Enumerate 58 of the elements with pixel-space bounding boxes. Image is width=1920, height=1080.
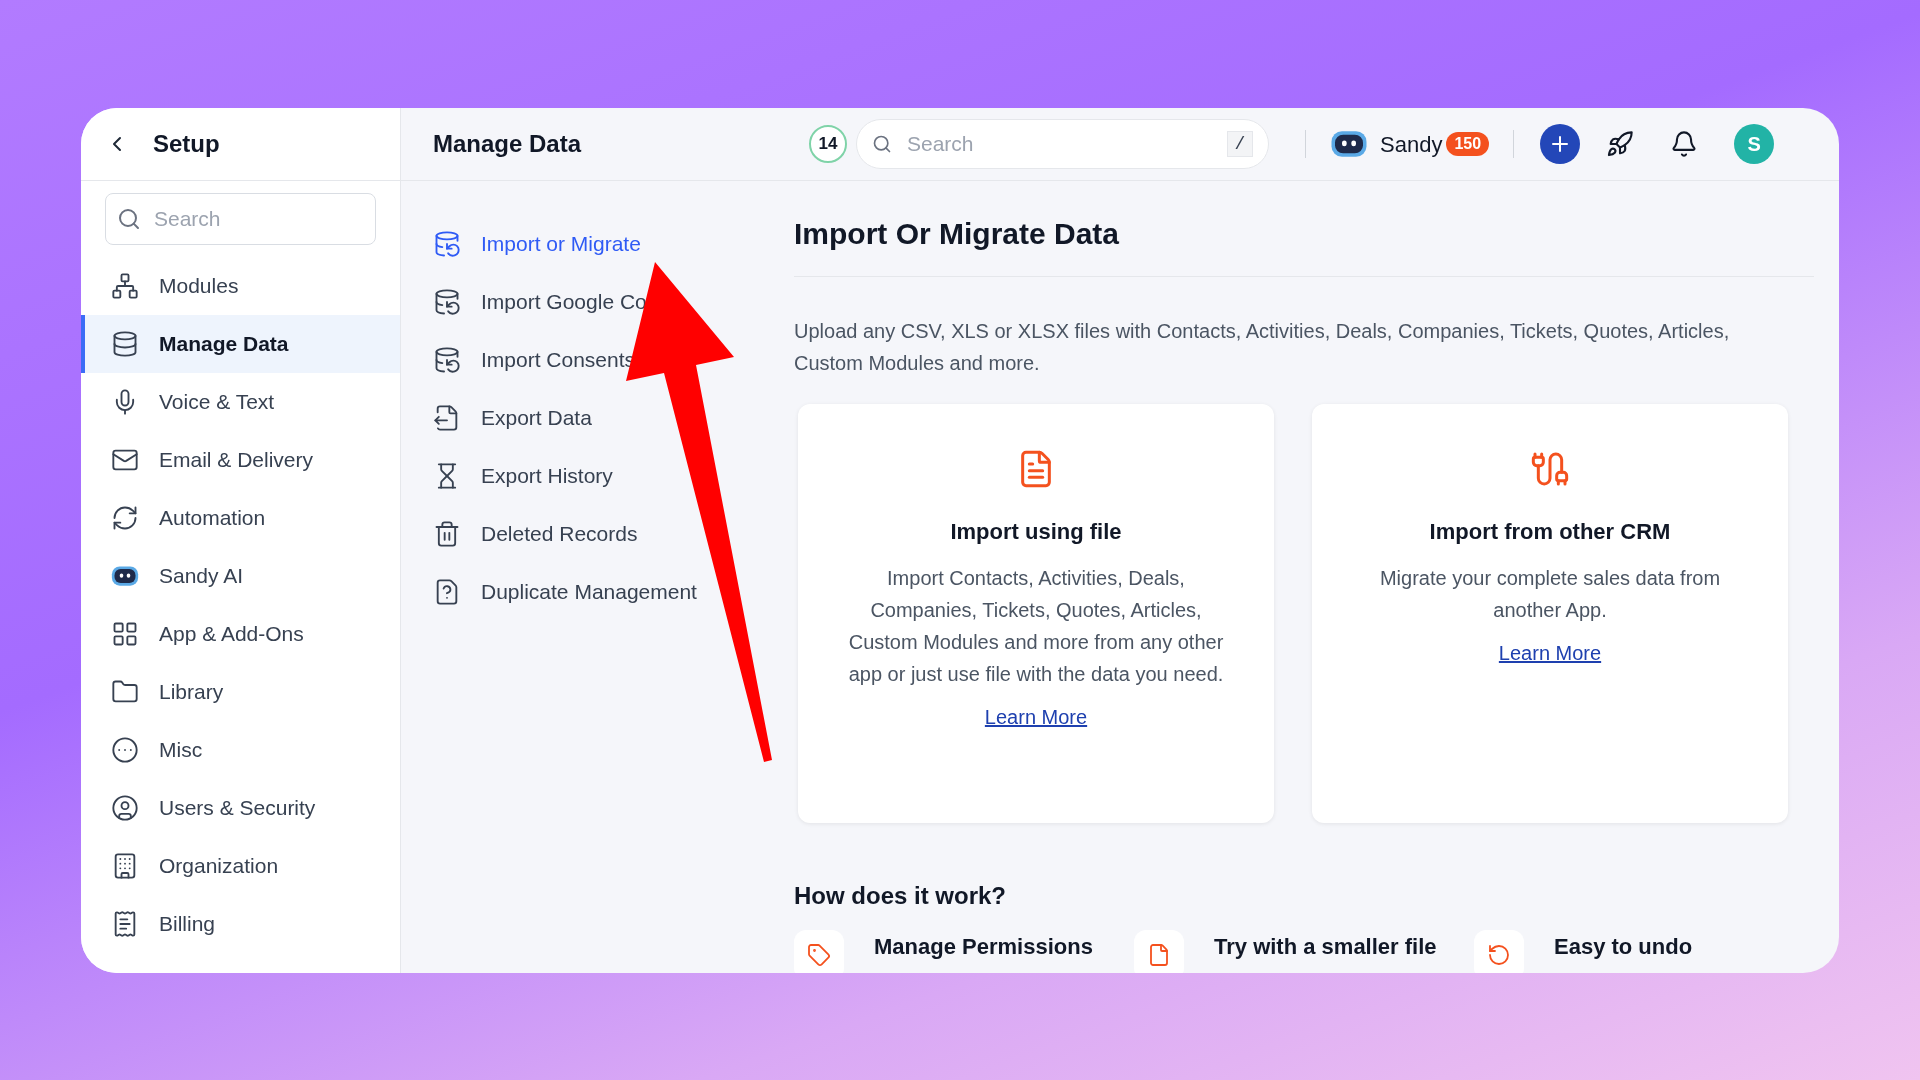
card-title: Import using file — [950, 518, 1122, 546]
learn-more-link[interactable]: Learn More — [1498, 638, 1602, 668]
section-description: Upload any CSV, XLS or XLSX files with Contacts, Activities, Deals, Companies, Tickets, Quotes, Articles, Custom Modules and more. — [794, 319, 1731, 376]
page-title: Manage Data — [433, 129, 583, 159]
step-title: Try with a smaller file — [1214, 933, 1437, 961]
sidebar-item[interactable]: Misc — [81, 721, 400, 779]
rocket-icon[interactable] — [1606, 130, 1635, 158]
sidebar-item[interactable]: Email & Delivery — [81, 431, 400, 489]
database-icon — [433, 230, 461, 258]
subnav-item[interactable]: Import Consents — [433, 331, 636, 389]
search-icon — [117, 207, 141, 231]
database-icon — [111, 330, 139, 358]
subnav-item[interactable]: Duplicate Management — [433, 563, 697, 621]
sidebar-item[interactable]: Users & Security — [81, 779, 400, 837]
subnav-item[interactable]: Export Data — [433, 389, 592, 447]
notifications-icon[interactable] — [1670, 130, 1699, 158]
learn-more-link[interactable]: Learn More — [984, 702, 1088, 732]
database-icon — [433, 288, 461, 316]
sidebar-item[interactable]: Sandy AI — [81, 547, 400, 605]
file-icon — [1147, 943, 1171, 967]
credits-badge: 150 — [1446, 132, 1490, 156]
step-title: Easy to undo — [1554, 933, 1693, 961]
grid-icon — [111, 620, 139, 648]
section-title: Import Or Migrate Data — [794, 181, 1814, 277]
subnav-item[interactable]: Export History — [433, 447, 613, 505]
sidebar-item[interactable]: Modules — [81, 257, 400, 315]
subnav-item[interactable]: Deleted Records — [433, 505, 638, 563]
search-icon — [872, 134, 892, 154]
sidebar-item[interactable]: Automation — [81, 489, 400, 547]
undo-icon — [1487, 943, 1511, 967]
sidebar-item[interactable]: Billing — [81, 895, 400, 953]
sidebar-item[interactable]: App & Add-Ons — [81, 605, 400, 663]
refresh-icon — [111, 504, 139, 532]
robot-face-icon — [111, 565, 139, 587]
shortcut-key: / — [1227, 131, 1253, 157]
card-title: Import from other CRM — [1429, 518, 1671, 546]
database-icon — [433, 346, 461, 374]
sidebar-item[interactable]: Library — [81, 663, 400, 721]
sidebar-item[interactable]: Manage Data — [81, 315, 400, 373]
robot-face-icon — [1330, 130, 1368, 158]
how-title: How does it work? — [794, 881, 1007, 911]
search-field[interactable]: Search — [105, 193, 376, 245]
sidebar-item[interactable]: Voice & Text — [81, 373, 400, 431]
count-badge[interactable]: 14 — [809, 125, 847, 163]
tag-icon — [807, 943, 831, 967]
step-title: Manage Permissions — [874, 933, 1093, 961]
modules-icon — [111, 272, 139, 300]
sidebar-title: Setup — [153, 129, 220, 159]
card-description: Migrate your complete sales data from another App. — [1378, 566, 1722, 623]
subnav-item[interactable]: Import Google Co — [433, 273, 647, 331]
user-name[interactable]: Sandy — [1380, 127, 1443, 161]
subnav-item[interactable]: Import or Migrate — [433, 215, 641, 273]
add-button[interactable] — [1540, 124, 1581, 164]
sidebar-item[interactable]: Organization — [81, 837, 400, 895]
card-description: Import Contacts, Activities, Deals, Companies, Tickets, Quotes, Articles, Custom Modules and more from any other app or just use file with the data you need. — [847, 566, 1225, 687]
trash-icon — [433, 520, 461, 548]
ellipsis-icon — [111, 736, 139, 764]
user-icon — [111, 794, 139, 822]
